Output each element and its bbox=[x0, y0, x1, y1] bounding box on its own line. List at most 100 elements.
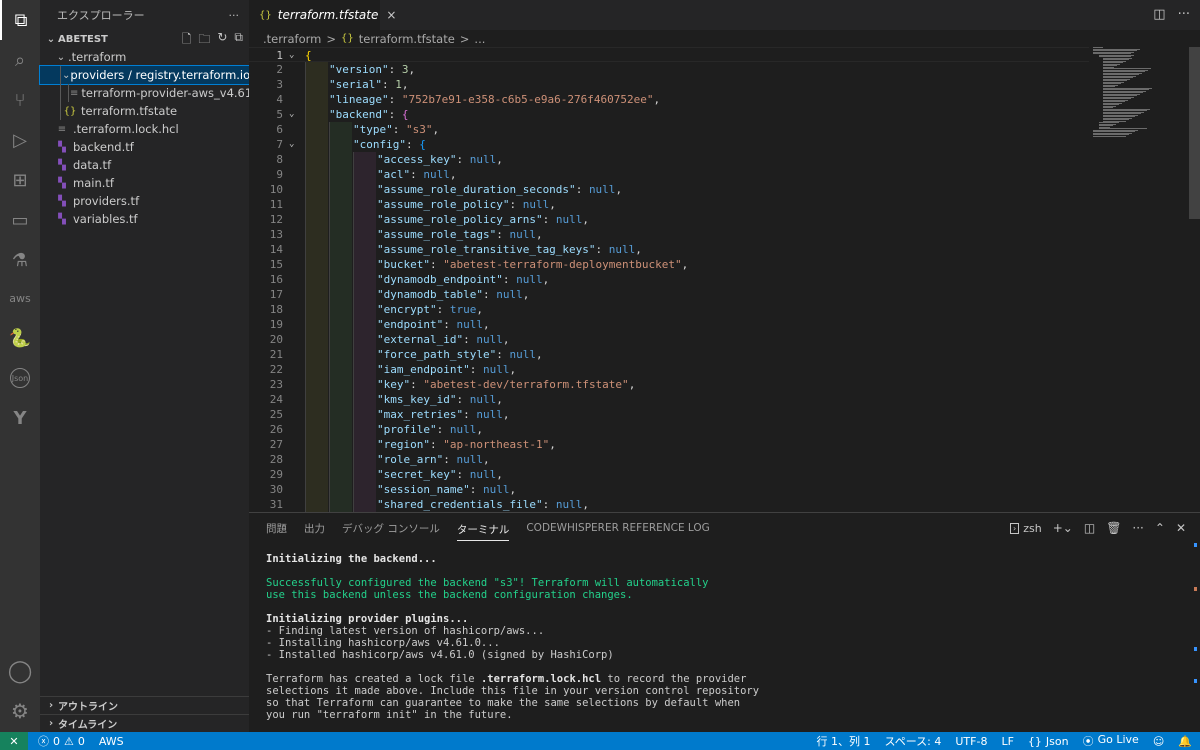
panel-tab[interactable]: CODEWHISPERER REFERENCE LOG bbox=[526, 513, 709, 543]
tree-item[interactable]: ▚ providers.tf bbox=[40, 192, 249, 210]
code-line[interactable]: 20 "external_id": null, bbox=[249, 332, 1089, 347]
settings-gear-icon[interactable]: ⚙ bbox=[0, 691, 40, 731]
tree-item[interactable]: ⌄ providers / registry.terraform.io /... bbox=[39, 65, 250, 85]
tree-item[interactable]: {} terraform.tfstate bbox=[40, 102, 249, 120]
panel-tab[interactable]: デバッグ コンソール bbox=[342, 513, 440, 543]
tree-item[interactable]: ▚ backend.tf bbox=[40, 138, 249, 156]
aws-icon[interactable]: aws bbox=[0, 278, 40, 318]
code-line[interactable]: 3 "serial": 1, bbox=[249, 77, 1089, 92]
indent-rainbow bbox=[305, 392, 328, 407]
indent-rainbow bbox=[329, 212, 352, 227]
problems-indicator[interactable]: ⓧ 0 ⚠ 0 bbox=[38, 733, 85, 749]
minimap[interactable] bbox=[1089, 47, 1189, 147]
code-line[interactable]: 22 "iam_endpoint": null, bbox=[249, 362, 1089, 377]
indent-rainbow bbox=[305, 317, 328, 332]
run-debug-icon[interactable]: ▷ bbox=[0, 120, 40, 160]
indentation[interactable]: スペース: 4 bbox=[884, 733, 941, 749]
account-icon[interactable]: ◯ bbox=[0, 651, 40, 691]
code-line[interactable]: 2 "version": 3, bbox=[249, 62, 1089, 77]
code-line[interactable]: 8 "access_key": null, bbox=[249, 152, 1089, 167]
code-line[interactable]: 29 "secret_key": null, bbox=[249, 467, 1089, 482]
code-line[interactable]: 14 "assume_role_transitive_tag_keys": nul… bbox=[249, 242, 1089, 257]
workspace-section[interactable]: ⌄ ABETEST 🗋 🗀 ↻ ⧉ bbox=[40, 30, 249, 48]
code-line[interactable]: 30 "session_name": null, bbox=[249, 482, 1089, 497]
code-line[interactable]: 24 "kms_key_id": null, bbox=[249, 392, 1089, 407]
code-editor[interactable]: 1 ⌄ {2 "version": 3, 3 "serial": 1, 4 "lineage"… bbox=[249, 47, 1200, 512]
code-line[interactable]: 25 "max_retries": null, bbox=[249, 407, 1089, 422]
extensions-icon[interactable]: ⊞ bbox=[0, 160, 40, 200]
bell-icon[interactable]: 🔔 bbox=[1178, 735, 1192, 748]
code-line[interactable]: 4 "lineage": "752b7e91-e358-c6b5-e9a6-276… bbox=[249, 92, 1089, 107]
code-line[interactable]: 10 "assume_role_duration_seconds": null, bbox=[249, 182, 1089, 197]
code-line[interactable]: 15 "bucket": "abetest-terraform-deploymen… bbox=[249, 257, 1089, 272]
go-live-button[interactable]: ⦿ Go Live bbox=[1083, 733, 1139, 749]
json-icon[interactable]: Json bbox=[0, 358, 40, 398]
code-text: "endpoint": null, bbox=[377, 318, 490, 331]
editor-scrollbar[interactable] bbox=[1189, 47, 1200, 219]
remote-indicator[interactable]: ✕ bbox=[0, 732, 28, 750]
panel-tab[interactable]: 出力 bbox=[304, 513, 325, 543]
terraform-icon[interactable]: Y bbox=[0, 398, 40, 438]
code-line[interactable]: 12 "assume_role_policy_arns": null, bbox=[249, 212, 1089, 227]
tree-item[interactable]: ▚ data.tf bbox=[40, 156, 249, 174]
more-actions-icon[interactable]: ··· bbox=[1132, 521, 1143, 535]
code-line[interactable]: 18 "encrypt": true, bbox=[249, 302, 1089, 317]
timeline-section[interactable]: › タイムライン bbox=[40, 714, 249, 732]
new-terminal-icon[interactable]: +⌄ bbox=[1053, 521, 1073, 535]
trash-icon[interactable]: 🗑 bbox=[1106, 521, 1121, 535]
encoding[interactable]: UTF-8 bbox=[955, 735, 987, 748]
tree-item[interactable]: ▚ main.tf bbox=[40, 174, 249, 192]
fold-chevron-icon[interactable]: ⌄ bbox=[289, 107, 301, 122]
code-line[interactable]: 5 ⌄ "backend": { bbox=[249, 107, 1089, 122]
tab-terraform-tfstate[interactable]: {} terraform.tfstate × bbox=[249, 0, 396, 30]
close-icon[interactable]: × bbox=[386, 8, 396, 22]
cursor-position[interactable]: 行 1、列 1 bbox=[816, 733, 870, 749]
outline-section[interactable]: › アウトライン bbox=[40, 696, 249, 714]
panel-tab[interactable]: ターミナル bbox=[456, 519, 510, 541]
terminal-shell[interactable]: › zsh bbox=[1010, 522, 1042, 535]
tree-item[interactable]: ≡ terraform-provider-aws_v4.61... bbox=[40, 84, 249, 102]
terminal-output[interactable]: Initializing the backend... Successfully … bbox=[266, 553, 1166, 721]
aws-status[interactable]: AWS bbox=[99, 735, 124, 748]
split-terminal-icon[interactable]: ◫ bbox=[1084, 521, 1095, 535]
end-of-line[interactable]: LF bbox=[1001, 735, 1013, 748]
code-line[interactable]: 13 "assume_role_tags": null, bbox=[249, 227, 1089, 242]
code-line[interactable]: 31 "shared_credentials_file": null, bbox=[249, 497, 1089, 512]
remote-explorer-icon[interactable]: ▭ bbox=[0, 200, 40, 240]
code-line[interactable]: 23 "key": "abetest-dev/terraform.tfstate"… bbox=[249, 377, 1089, 392]
code-line[interactable]: 27 "region": "ap-northeast-1", bbox=[249, 437, 1089, 452]
more-actions-icon[interactable]: ··· bbox=[1178, 7, 1190, 22]
code-line[interactable]: 17 "dynamodb_table": null, bbox=[249, 287, 1089, 302]
code-line[interactable]: 21 "force_path_style": null, bbox=[249, 347, 1089, 362]
tree-item[interactable]: ≡ .terraform.lock.hcl bbox=[40, 120, 249, 138]
code-line[interactable]: 1 ⌄ { bbox=[249, 47, 1089, 62]
search-icon[interactable]: ⌕ bbox=[0, 40, 40, 80]
feedback-icon[interactable]: ☺ bbox=[1153, 735, 1164, 748]
python-icon[interactable]: 🐍 bbox=[0, 318, 40, 358]
code-line[interactable]: 26 "profile": null, bbox=[249, 422, 1089, 437]
code-line[interactable]: 6 "type": "s3", bbox=[249, 122, 1089, 137]
testing-icon[interactable]: ⚗ bbox=[0, 240, 40, 280]
explorer-icon[interactable]: ⧉ bbox=[0, 0, 40, 40]
fold-chevron-icon[interactable]: ⌄ bbox=[289, 137, 301, 152]
indent-rainbow bbox=[305, 347, 328, 362]
tree-item[interactable]: ⌄ .terraform bbox=[40, 48, 249, 66]
code-line[interactable]: 9 "acl": null, bbox=[249, 167, 1089, 182]
code-line[interactable]: 7 ⌄ "config": { bbox=[249, 137, 1089, 152]
breadcrumb-symbol[interactable]: ... bbox=[474, 32, 485, 46]
split-editor-icon[interactable]: ◫ bbox=[1153, 7, 1165, 22]
source-control-icon[interactable]: ⑂ bbox=[0, 80, 40, 120]
close-icon[interactable]: ✕ bbox=[1176, 521, 1186, 535]
code-line[interactable]: 19 "endpoint": null, bbox=[249, 317, 1089, 332]
panel-tab[interactable]: 問題 bbox=[266, 513, 287, 543]
maximize-panel-icon[interactable]: ⌃ bbox=[1155, 521, 1165, 535]
fold-chevron-icon[interactable]: ⌄ bbox=[289, 48, 301, 63]
language-mode[interactable]: {} Json bbox=[1028, 735, 1069, 748]
code-line[interactable]: 11 "assume_role_policy": null, bbox=[249, 197, 1089, 212]
more-actions-icon[interactable]: ··· bbox=[229, 9, 240, 22]
code-line[interactable]: 28 "role_arn": null, bbox=[249, 452, 1089, 467]
code-line[interactable]: 16 "dynamodb_endpoint": null, bbox=[249, 272, 1089, 287]
breadcrumb-file[interactable]: terraform.tfstate bbox=[359, 32, 455, 46]
breadcrumb-folder[interactable]: .terraform bbox=[263, 32, 321, 46]
tree-item[interactable]: ▚ variables.tf bbox=[40, 210, 249, 228]
